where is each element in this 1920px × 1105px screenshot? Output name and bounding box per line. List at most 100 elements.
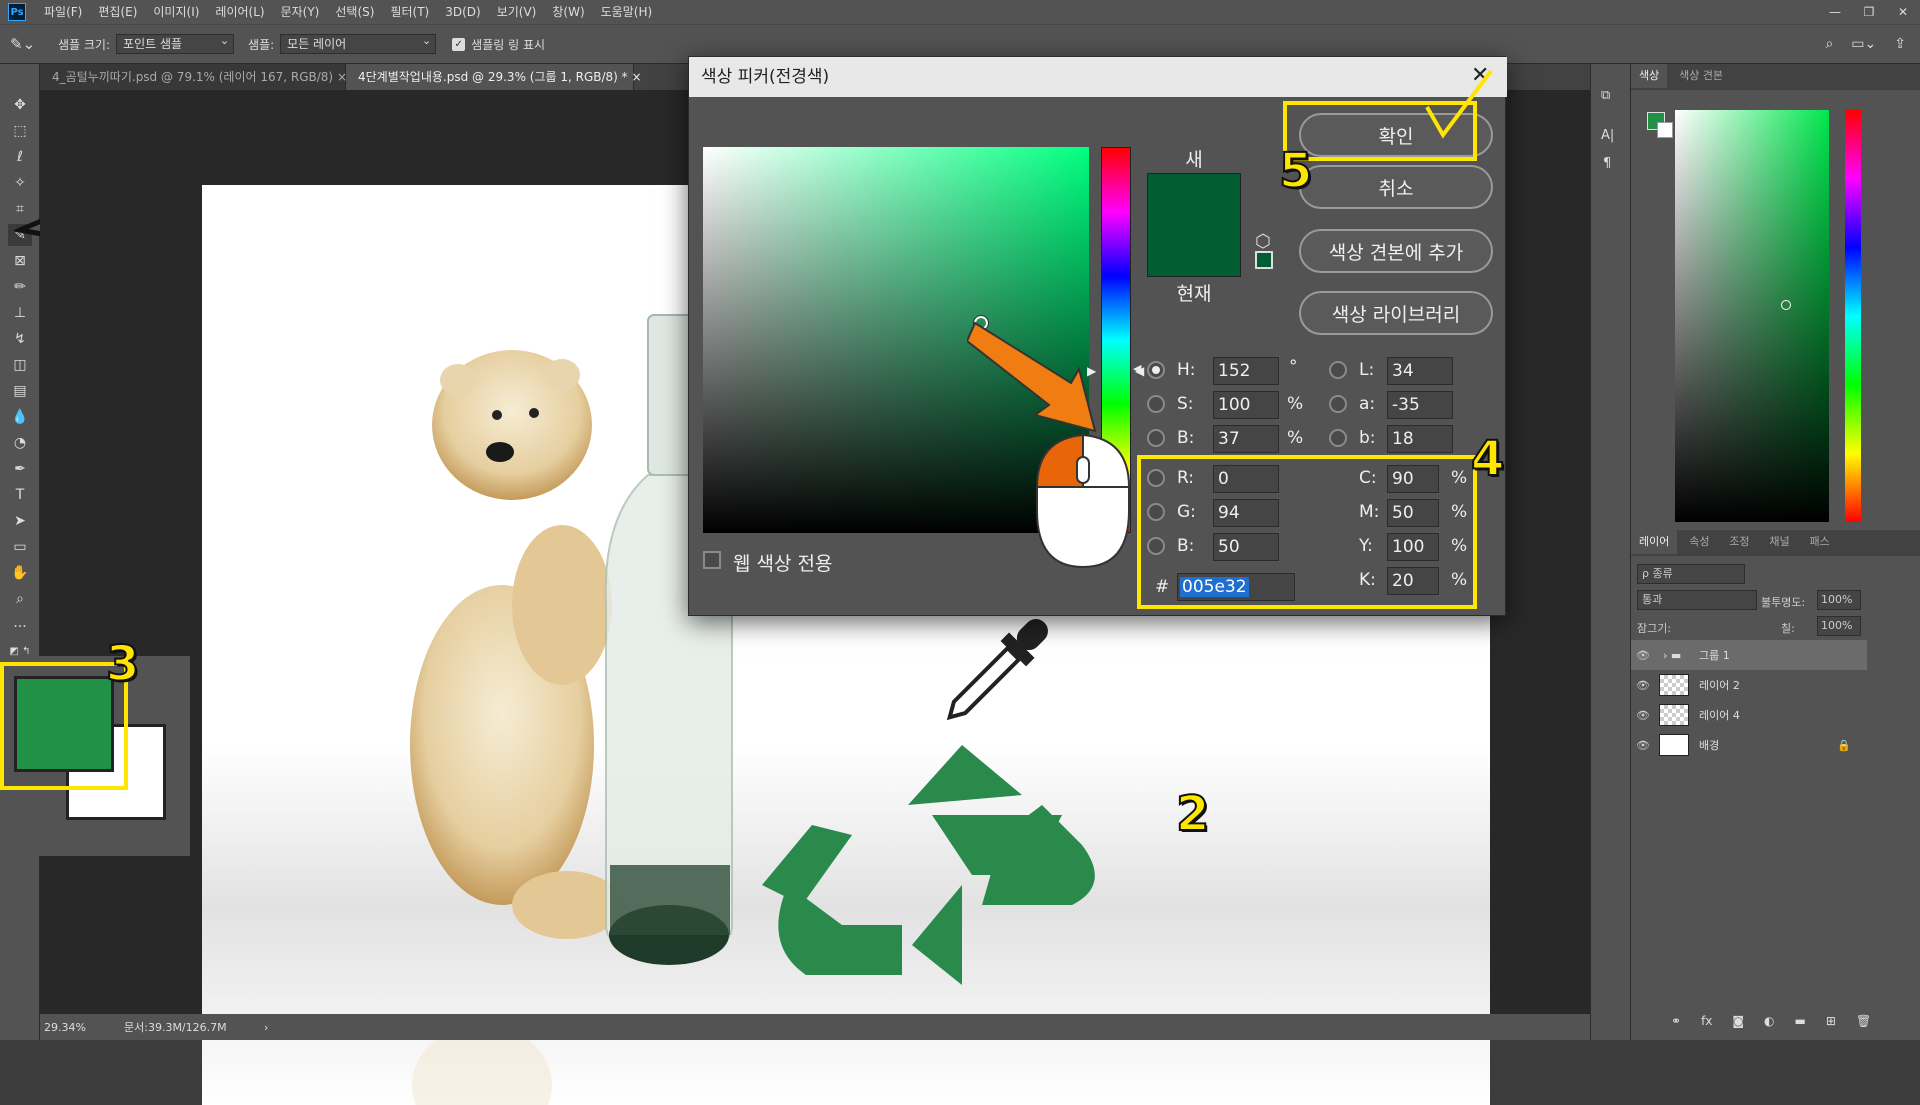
color-field[interactable] [1675, 110, 1829, 522]
blur-tool-icon[interactable]: 💧 [8, 406, 32, 428]
path-select-tool-icon[interactable]: ➤ [8, 510, 32, 532]
tab-color[interactable]: 색상 [1631, 64, 1668, 88]
menu-3d[interactable]: 3D(D) [437, 0, 488, 24]
minimize-button[interactable]: — [1818, 5, 1852, 19]
paragraph-icon[interactable]: ¶ [1603, 156, 1611, 171]
zoom-level: 29.34% [44, 1020, 86, 1034]
pen-tool-icon[interactable]: ✒ [8, 458, 32, 480]
add-to-swatches-button[interactable]: 색상 견본에 추가 [1299, 229, 1493, 273]
search-icon[interactable]: ⌕ [1825, 36, 1833, 52]
web-colors-only-checkbox[interactable] [703, 551, 721, 569]
maximize-button[interactable]: ❐ [1852, 5, 1886, 19]
new-layer-icon[interactable]: ⊞ [1826, 1014, 1836, 1028]
menu-edit[interactable]: 편집(E) [90, 0, 145, 24]
fill-label: 칠: [1781, 622, 1795, 635]
share-icon[interactable]: ⇪ [1894, 36, 1906, 52]
shape-tool-icon[interactable]: ▭ [8, 536, 32, 558]
radio-s[interactable] [1147, 395, 1165, 413]
delete-layer-icon[interactable]: 🗑 [1856, 1014, 1871, 1028]
tab-channels[interactable]: 채널 [1761, 530, 1797, 554]
visibility-eye-icon[interactable]: 👁 [1631, 709, 1655, 722]
character-icon[interactable]: A| [1601, 128, 1614, 143]
menu-filter[interactable]: 필터(T) [382, 0, 437, 24]
sample-size-select[interactable]: 포인트 샘플 [116, 32, 235, 54]
marquee-tool-icon[interactable]: ⬚ [8, 120, 32, 142]
blend-mode-select[interactable]: 통과 [1637, 590, 1757, 610]
visibility-eye-icon[interactable]: 👁 [1631, 739, 1655, 752]
label-l: L: [1359, 360, 1375, 380]
more-tools-icon[interactable]: ··· [8, 616, 32, 638]
tab-layers[interactable]: 레이어 [1631, 530, 1678, 554]
tab-paths[interactable]: 패스 [1801, 530, 1837, 554]
eyedropper-pointer-icon [946, 619, 1048, 721]
hand-tool-icon[interactable]: ✋ [8, 562, 32, 584]
status-menu-arrow[interactable]: › [264, 1021, 268, 1034]
field-l[interactable]: 34 [1387, 357, 1453, 385]
fill-field[interactable]: 100% [1817, 616, 1861, 636]
window-controls: — ❐ ✕ [1818, 5, 1920, 19]
gradient-tool-icon[interactable]: ▤ [8, 380, 32, 402]
eyedropper-tool-preset-icon[interactable]: ✎⌄ [10, 35, 44, 53]
fx-icon[interactable]: fx [1701, 1014, 1712, 1028]
field-s[interactable]: 100 [1213, 391, 1279, 419]
web-safe-swatch[interactable] [1255, 251, 1273, 269]
sample-select[interactable]: 모든 레이어 [280, 32, 437, 54]
tab-swatches[interactable]: 색상 견본 [1671, 64, 1731, 88]
show-sampling-ring-checkbox[interactable]: ✓ [452, 37, 466, 51]
web-colors-only-label: 웹 색상 전용 [733, 553, 833, 575]
radio-h[interactable] [1147, 361, 1165, 379]
menu-select[interactable]: 선택(S) [327, 0, 382, 24]
menu-window[interactable]: 창(W) [544, 0, 592, 24]
layer-row-group1[interactable]: 👁 › ▬ 그룹 1 [1631, 640, 1867, 670]
field-lab-b[interactable]: 18 [1387, 425, 1453, 453]
adjustment-icon[interactable]: ◐ [1764, 1014, 1774, 1028]
new-group-icon[interactable]: ▬ [1795, 1014, 1806, 1028]
unit-percent: % [1287, 394, 1304, 414]
radio-lab-b[interactable] [1329, 429, 1347, 447]
history-icon[interactable]: ⧉ [1601, 88, 1610, 103]
menu-view[interactable]: 보기(V) [489, 0, 545, 24]
field-h[interactable]: 152 [1213, 357, 1279, 385]
type-tool-icon[interactable]: T [8, 484, 32, 506]
opacity-field[interactable]: 100% [1817, 590, 1861, 610]
color-libraries-button[interactable]: 색상 라이브러리 [1299, 291, 1493, 335]
visibility-eye-icon[interactable]: 👁 [1631, 649, 1655, 662]
tab-document-2[interactable]: 4단계별작업내용.psd @ 29.3% (그룹 1, RGB/8) * × [346, 64, 642, 90]
menu-image[interactable]: 이미지(I) [145, 0, 207, 24]
panel-background-swatch[interactable] [1657, 122, 1673, 138]
radio-b[interactable] [1147, 429, 1165, 447]
menu-type[interactable]: 문자(Y) [273, 0, 328, 24]
menu-layer[interactable]: 레이어(L) [207, 0, 272, 24]
dodge-tool-icon[interactable]: ◔ [8, 432, 32, 454]
layer-row-layer4[interactable]: 👁 레이어 4 [1631, 700, 1867, 730]
tab-properties[interactable]: 속성 [1681, 530, 1717, 554]
menu-help[interactable]: 도움말(H) [593, 0, 661, 24]
close-icon[interactable]: × [632, 70, 642, 84]
layer-row-layer2[interactable]: 👁 레이어 2 [1631, 670, 1867, 700]
layer-row-background[interactable]: 👁 배경 🔒 [1631, 730, 1867, 760]
tab-document-1[interactable]: 4_곰털누끼따기.psd @ 79.1% (레이어 167, RGB/8) × [40, 64, 347, 90]
menu-file[interactable]: 파일(F) [36, 0, 90, 24]
opacity-label: 불투명도: [1761, 596, 1806, 609]
layer-name: 그룹 1 [1699, 649, 1730, 662]
sample-label: 샘플: [248, 37, 275, 52]
visibility-eye-icon[interactable]: 👁 [1631, 679, 1655, 692]
radio-l[interactable] [1329, 361, 1347, 379]
new-color-label: 새 [1185, 149, 1203, 171]
checkmark-scribble-icon [1425, 69, 1493, 139]
radio-a[interactable] [1329, 395, 1347, 413]
tab-adjustments[interactable]: 조정 [1721, 530, 1757, 554]
zoom-tool-icon[interactable]: ⌕ [8, 588, 32, 610]
layer-filter-select[interactable]: ρ 종류 [1637, 564, 1745, 584]
cube-warning-icon[interactable]: ⬡ [1255, 231, 1271, 252]
link-layers-icon[interactable]: ⚭ [1671, 1014, 1681, 1028]
field-a[interactable]: -35 [1387, 391, 1453, 419]
cancel-button[interactable]: 취소 [1299, 165, 1493, 209]
move-tool-icon[interactable]: ✥ [8, 94, 32, 116]
hue-slider[interactable] [1845, 110, 1861, 522]
field-b[interactable]: 37 [1213, 425, 1279, 453]
close-window-button[interactable]: ✕ [1886, 5, 1920, 19]
mask-icon[interactable]: ◙ [1732, 1014, 1744, 1028]
workspace-icon[interactable]: ▭⌄ [1851, 36, 1876, 52]
layers-list: 👁 › ▬ 그룹 1 👁 레이어 2 👁 레이어 4 👁 배경 🔒 [1631, 640, 1867, 770]
